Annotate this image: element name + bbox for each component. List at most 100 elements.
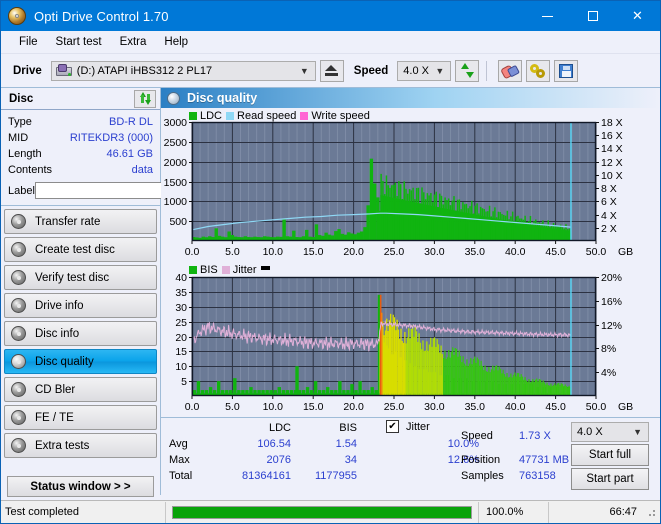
disc-icon — [11, 382, 26, 397]
svg-text:35.0: 35.0 — [465, 246, 486, 258]
disc-panel-header: Disc — [1, 88, 160, 110]
progress-fill — [173, 506, 471, 518]
erase-button[interactable] — [498, 59, 523, 82]
maximize-icon — [587, 11, 598, 21]
start-full-button[interactable]: Start full — [571, 444, 649, 466]
status-window-button[interactable]: Status window > > — [7, 476, 154, 497]
svg-text:45.0: 45.0 — [545, 401, 566, 413]
sidebar-item-fe-te[interactable]: FE / TE — [4, 405, 157, 430]
svg-text:1000: 1000 — [164, 196, 188, 208]
legend-label: LDC — [200, 110, 223, 122]
menu-bar: File Start test Extra Help — [1, 31, 660, 54]
disc-refresh-button[interactable] — [134, 89, 156, 108]
speed-stat-value: 1.73 X — [519, 430, 551, 442]
legend-avg-marker — [260, 265, 270, 275]
bis-jitter-chart: BIS Jitter 5 10 15 20 25 30 35 40 4% 8% 12% 16% 20% 0… — [161, 263, 660, 418]
disc-icon — [11, 242, 26, 257]
svg-text:25.0: 25.0 — [384, 246, 405, 258]
drive-select[interactable]: (D:) ATAPI iHBS312 2 PL17 ▼ — [50, 60, 316, 81]
svg-text:20: 20 — [175, 332, 187, 344]
svg-text:16 X: 16 X — [601, 130, 623, 142]
svg-text:5.0: 5.0 — [225, 246, 240, 258]
svg-text:30.0: 30.0 — [424, 246, 445, 258]
sidebar-item-label: FE / TE — [35, 411, 74, 424]
sidebar-item-extra-tests[interactable]: Extra tests — [4, 433, 157, 458]
disc-info-panel: Type BD-R DL MID RITEKDR3 (000) Length 4… — [1, 110, 237, 206]
progress-container — [166, 505, 478, 519]
menu-start-test[interactable]: Start test — [47, 34, 111, 50]
save-button[interactable] — [554, 59, 579, 82]
close-button[interactable]: ✕ — [615, 1, 660, 31]
chart1-canvas[interactable]: 500100015002000250030002 X4 X6 X8 X10 X1… — [161, 108, 660, 263]
menu-file[interactable]: File — [10, 34, 47, 50]
disc-label-key: Label — [8, 184, 35, 197]
wrench-icon — [530, 63, 546, 78]
menu-help[interactable]: Help — [155, 34, 197, 50]
pane-header: Disc quality — [161, 88, 660, 108]
stats-col-bis: BIS — [339, 422, 357, 434]
eject-icon — [325, 65, 339, 76]
legend-read-speed: Read speed — [226, 110, 296, 122]
svg-text:50.0: 50.0 — [586, 246, 607, 258]
tools-button[interactable] — [526, 59, 551, 82]
disc-row-type: Type BD-R DL — [8, 114, 153, 130]
jitter-checkbox[interactable]: ✔ — [386, 420, 399, 433]
eject-button[interactable] — [319, 59, 344, 82]
disc-icon — [11, 326, 26, 341]
progress-percent: 100.0% — [478, 501, 549, 523]
floppy-save-icon — [559, 63, 574, 78]
sidebar-item-create-test-disc[interactable]: Create test disc — [4, 237, 157, 262]
svg-text:5.0: 5.0 — [225, 401, 240, 413]
elapsed-time: 66:47 — [609, 506, 637, 518]
jitter-toggle[interactable]: ✔ Jitter — [386, 420, 430, 433]
svg-text:25: 25 — [175, 317, 187, 329]
sidebar-item-label: Create test disc — [35, 243, 115, 256]
disc-length-value: 46.61 GB — [106, 148, 153, 160]
test-speed-select[interactable]: 4.0 X ▼ — [571, 422, 649, 442]
sidebar-item-disc-info[interactable]: Disc info — [4, 321, 157, 346]
stats-row-max-key: Max — [169, 454, 190, 466]
sidebar-item-label: Transfer rate — [35, 215, 101, 228]
speed-select[interactable]: 4.0 X ▼ — [397, 60, 452, 81]
disc-type-value: BD-R DL — [108, 116, 153, 128]
eraser-icon — [499, 61, 521, 80]
start-part-button[interactable]: Start part — [571, 468, 649, 490]
sidebar-item-verify-test-disc[interactable]: Verify test disc — [4, 265, 157, 290]
disc-contents-key: Contents — [8, 164, 53, 176]
position-stat-key: Position — [461, 454, 501, 466]
disc-label-row: Label — [8, 181, 237, 200]
disc-length-key: Length — [8, 148, 42, 160]
stats-total-bis: 1177955 — [314, 470, 357, 482]
svg-text:30: 30 — [175, 302, 187, 314]
sidebar-item-cd-bler[interactable]: CD Bler — [4, 377, 157, 402]
sidebar-item-disc-quality[interactable]: Disc quality — [4, 349, 157, 374]
svg-text:12 X: 12 X — [601, 157, 623, 169]
svg-text:20.0: 20.0 — [343, 246, 364, 258]
speed-stat-key: Speed — [461, 430, 493, 442]
chart2-canvas[interactable]: 5 10 15 20 25 30 35 40 4% 8% 12% 16% 20% 0.0 5.0 10.0 15… — [161, 263, 660, 418]
stats-col-ldc: LDC — [268, 422, 291, 434]
drive-icon — [55, 64, 72, 77]
disc-row-contents: Contents data — [8, 162, 153, 178]
disc-icon — [11, 354, 26, 369]
svg-text:20.0: 20.0 — [343, 401, 364, 413]
svg-text:35: 35 — [175, 287, 187, 299]
disc-icon — [11, 438, 26, 453]
svg-text:35.0: 35.0 — [465, 401, 486, 413]
menu-extra[interactable]: Extra — [111, 34, 156, 50]
disc-panel-title: Disc — [9, 92, 34, 105]
svg-text:6 X: 6 X — [601, 196, 617, 208]
stats-row-total-key: Total — [169, 470, 193, 482]
resize-grip-icon[interactable] — [645, 506, 657, 518]
minimize-button[interactable] — [525, 1, 570, 31]
maximize-button[interactable] — [570, 1, 615, 31]
svg-text:10: 10 — [175, 361, 187, 373]
svg-text:2500: 2500 — [164, 137, 188, 149]
close-icon: ✕ — [632, 8, 643, 23]
refresh-button[interactable] — [455, 59, 480, 82]
svg-text:40.0: 40.0 — [505, 401, 526, 413]
sidebar-item-label: CD Bler — [35, 383, 76, 396]
sidebar-item-drive-info[interactable]: Drive info — [4, 293, 157, 318]
sidebar-item-transfer-rate[interactable]: Transfer rate — [4, 209, 157, 234]
disc-contents-value: data — [131, 164, 153, 176]
